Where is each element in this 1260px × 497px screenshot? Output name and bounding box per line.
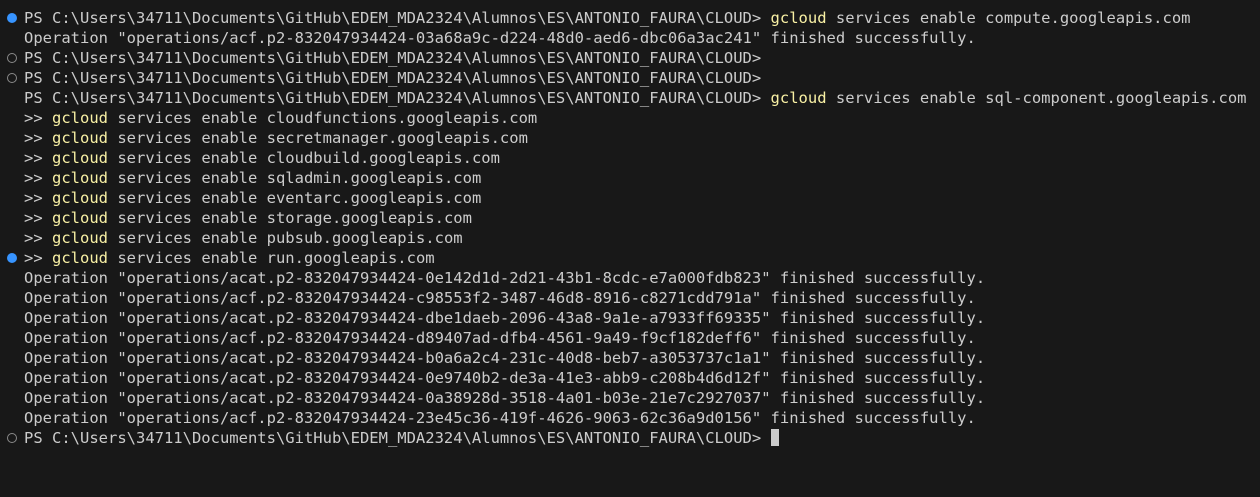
terminal-text: services enable secretmanager.googleapis… xyxy=(108,129,528,147)
terminal-text: >> xyxy=(24,249,52,267)
terminal-text: >> xyxy=(24,149,52,167)
terminal-text: PS C:\Users\34711\Documents\GitHub\EDEM_… xyxy=(24,69,762,87)
terminal-line: PS C:\Users\34711\Documents\GitHub\EDEM_… xyxy=(0,48,1260,68)
command-name: gcloud xyxy=(52,249,108,267)
terminal-line: Operation "operations/acat.p2-8320479344… xyxy=(0,388,1260,408)
command-decoration-icon[interactable] xyxy=(7,433,17,443)
command-success-decoration-icon[interactable] xyxy=(7,253,17,263)
terminal-line: >> gcloud services enable cloudfunctions… xyxy=(0,108,1260,128)
terminal-text: services enable compute.googleapis.com xyxy=(826,9,1191,27)
terminal-line: Operation "operations/acf.p2-83204793442… xyxy=(0,288,1260,308)
command-name: gcloud xyxy=(770,9,827,27)
command-decoration-icon[interactable] xyxy=(7,73,17,83)
terminal-text: PS C:\Users\34711\Documents\GitHub\EDEM_… xyxy=(24,49,762,67)
terminal-line: Operation "operations/acf.p2-83204793442… xyxy=(0,28,1260,48)
command-name: gcloud xyxy=(52,129,108,147)
terminal-text: Operation "operations/acf.p2-83204793442… xyxy=(24,329,976,347)
terminal-line: PS C:\Users\34711\Documents\GitHub\EDEM_… xyxy=(0,8,1260,28)
terminal-line: PS C:\Users\34711\Documents\GitHub\EDEM_… xyxy=(0,428,1260,448)
terminal-line: >> gcloud services enable run.googleapis… xyxy=(0,248,1260,268)
terminal-text: PS C:\Users\34711\Documents\GitHub\EDEM_… xyxy=(24,9,771,27)
terminal-text: >> xyxy=(24,189,52,207)
terminal-text: PS C:\Users\34711\Documents\GitHub\EDEM_… xyxy=(24,89,771,107)
command-name: gcloud xyxy=(52,209,108,227)
command-name: gcloud xyxy=(52,229,108,247)
terminal-line: Operation "operations/acat.p2-8320479344… xyxy=(0,308,1260,328)
command-name: gcloud xyxy=(770,89,827,107)
terminal-line: >> gcloud services enable pubsub.googlea… xyxy=(0,228,1260,248)
terminal-cursor xyxy=(770,429,779,446)
terminal-line: Operation "operations/acf.p2-83204793442… xyxy=(0,408,1260,428)
command-name: gcloud xyxy=(52,189,108,207)
terminal-text: Operation "operations/acat.p2-8320479344… xyxy=(24,349,986,367)
command-name: gcloud xyxy=(52,109,108,127)
command-name: gcloud xyxy=(52,169,108,187)
terminal-text: >> xyxy=(24,209,52,227)
terminal-line: >> gcloud services enable eventarc.googl… xyxy=(0,188,1260,208)
terminal-line: Operation "operations/acat.p2-8320479344… xyxy=(0,368,1260,388)
terminal-text: services enable sql-component.googleapis… xyxy=(826,89,1247,107)
terminal-text: services enable sqladmin.googleapis.com xyxy=(108,169,482,187)
terminal-text: Operation "operations/acf.p2-83204793442… xyxy=(24,289,976,307)
terminal-text: >> xyxy=(24,169,52,187)
terminal-line: >> gcloud services enable secretmanager.… xyxy=(0,128,1260,148)
terminal-line: Operation "operations/acat.p2-8320479344… xyxy=(0,348,1260,368)
terminal-line: PS C:\Users\34711\Documents\GitHub\EDEM_… xyxy=(0,88,1260,108)
terminal-text: >> xyxy=(24,109,52,127)
terminal-text: services enable cloudbuild.googleapis.co… xyxy=(108,149,500,167)
terminal-text: Operation "operations/acat.p2-8320479344… xyxy=(24,389,986,407)
terminal-text: Operation "operations/acf.p2-83204793442… xyxy=(24,409,976,427)
terminal-line: >> gcloud services enable storage.google… xyxy=(0,208,1260,228)
terminal-line: Operation "operations/acf.p2-83204793442… xyxy=(0,328,1260,348)
terminal-line: PS C:\Users\34711\Documents\GitHub\EDEM_… xyxy=(0,68,1260,88)
command-name: gcloud xyxy=(52,149,108,167)
terminal-text: >> xyxy=(24,229,52,247)
terminal-text: services enable pubsub.googleapis.com xyxy=(108,229,463,247)
terminal-text: Operation "operations/acat.p2-8320479344… xyxy=(24,309,986,327)
terminal-text: Operation "operations/acat.p2-8320479344… xyxy=(24,269,986,287)
terminal-text: >> xyxy=(24,129,52,147)
terminal-text: services enable eventarc.googleapis.com xyxy=(108,189,482,207)
terminal-text: services enable cloudfunctions.googleapi… xyxy=(108,109,538,127)
terminal-line: Operation "operations/acat.p2-8320479344… xyxy=(0,268,1260,288)
terminal-output[interactable]: PS C:\Users\34711\Documents\GitHub\EDEM_… xyxy=(0,8,1260,497)
terminal-text: Operation "operations/acf.p2-83204793442… xyxy=(24,29,976,47)
terminal-line: >> gcloud services enable sqladmin.googl… xyxy=(0,168,1260,188)
terminal-text: services enable run.googleapis.com xyxy=(108,249,435,267)
command-success-decoration-icon[interactable] xyxy=(7,13,17,23)
terminal-line: >> gcloud services enable cloudbuild.goo… xyxy=(0,148,1260,168)
terminal-text: PS C:\Users\34711\Documents\GitHub\EDEM_… xyxy=(24,429,771,447)
terminal-text: Operation "operations/acat.p2-8320479344… xyxy=(24,369,986,387)
command-decoration-icon[interactable] xyxy=(7,53,17,63)
terminal-text: services enable storage.googleapis.com xyxy=(108,209,472,227)
